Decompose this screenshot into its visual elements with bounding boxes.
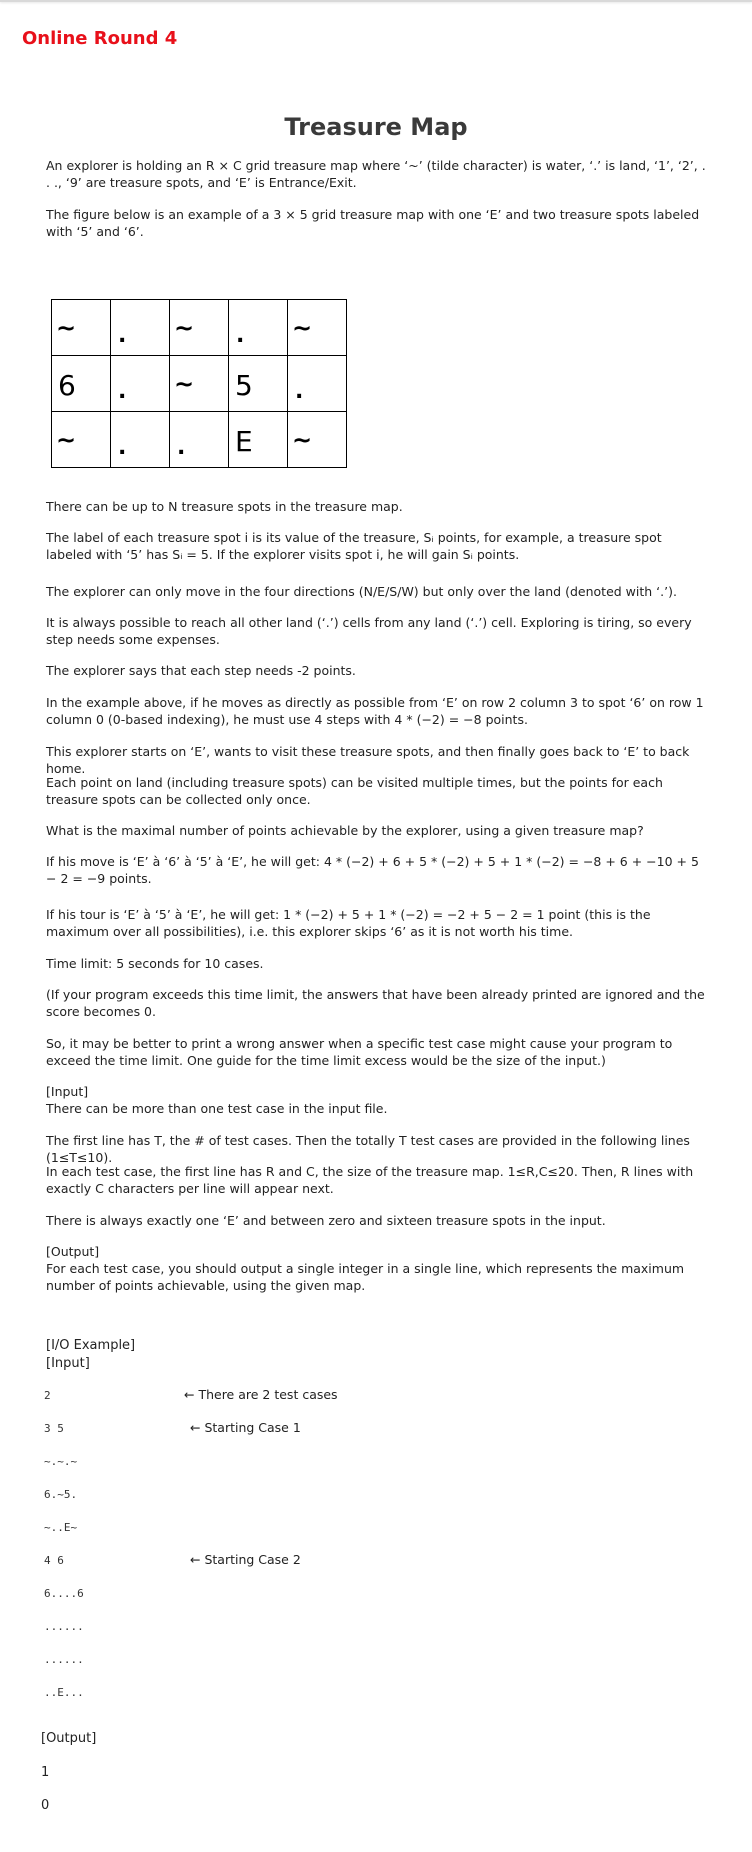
intro-paragraph: An explorer is holding an R × C grid tre… <box>46 158 706 190</box>
body-paragraph: The first line has T, the # of test case… <box>46 1133 690 1165</box>
input-line: ...... <box>44 1653 84 1666</box>
input-line: 6.~5. <box>44 1488 78 1501</box>
grid-cell: E <box>228 411 288 468</box>
water-cell: ~ <box>292 426 313 454</box>
grid-row: ~.. E ~ <box>51 411 347 468</box>
grid-cell: ~ <box>51 411 111 468</box>
figure-caption: The figure below is an example of a 3 × … <box>46 207 700 239</box>
body-paragraph: The label of each treasure spot i is its… <box>46 530 662 562</box>
input-line: 2 <box>44 1389 51 1402</box>
input-section: [Input] There can be more than one test … <box>46 1084 388 1116</box>
body-paragraph: If his move is ‘E’ à ‘6’ à ‘5’ à ‘E’, he… <box>46 854 699 886</box>
grid-cell: . <box>110 355 170 412</box>
input-note: ← Starting Case 2 <box>190 1552 301 1567</box>
grid-cell: . <box>110 411 170 468</box>
grid-cell: ~ <box>287 299 347 356</box>
input-line: 6....6 <box>44 1587 84 1600</box>
input-line: ~.~.~ <box>44 1455 78 1468</box>
land-cell: . <box>118 323 127 348</box>
page-title: Treasure Map <box>284 113 468 141</box>
output-line: 0 <box>41 1798 50 1813</box>
land-cell: . <box>236 323 245 348</box>
output-section: [Output] For each test case, you should … <box>46 1244 685 1293</box>
input-note: ← Starting Case 1 <box>190 1420 301 1435</box>
body-paragraph: If his tour is ‘E’ à ‘5’ à ‘E’, he will … <box>46 907 651 939</box>
body-paragraph: There is always exactly one ‘E’ and betw… <box>46 1213 606 1228</box>
grid-cell: . <box>110 299 170 356</box>
body-paragraph: Time limit: 5 seconds for 10 cases. <box>46 956 264 971</box>
grid-row: 6. ~5. <box>51 355 347 412</box>
grid-cell: . <box>287 355 347 412</box>
grid-cell-value: 5 <box>235 369 253 402</box>
grid-cell: ~ <box>169 299 229 356</box>
land-cell: . <box>118 379 127 404</box>
input-line: 4 6 <box>44 1554 64 1567</box>
body-paragraph: This explorer starts on ‘E’, wants to vi… <box>46 744 690 776</box>
body-paragraph: There can be up to N treasure spots in t… <box>46 499 403 514</box>
input-line: 3 5 <box>44 1422 64 1435</box>
body-paragraph: The explorer says that each step needs -… <box>46 663 356 678</box>
water-cell: ~ <box>56 314 77 342</box>
round-title: Online Round 4 <box>22 28 178 49</box>
grid-cell-value: 6 <box>58 369 76 402</box>
land-cell: . <box>295 379 304 404</box>
grid-cell-value: E <box>235 425 253 458</box>
input-line: ..E... <box>44 1686 84 1699</box>
land-cell: . <box>118 435 127 460</box>
example-input-label: [Input] <box>46 1356 90 1371</box>
output-line: 1 <box>41 1765 50 1780</box>
io-example-label: [I/O Example] <box>46 1338 136 1353</box>
body-paragraph: The explorer can only move in the four d… <box>46 584 677 599</box>
treasure-map-grid: ~. ~. ~6. ~5. ~.. E ~ <box>51 299 347 468</box>
body-paragraph: (If your program exceeds this time limit… <box>46 987 705 1019</box>
body-paragraph: It is always possible to reach all other… <box>46 615 692 647</box>
water-cell: ~ <box>174 370 195 398</box>
top-border <box>0 0 752 2</box>
input-note: ← There are 2 test cases <box>184 1387 338 1402</box>
land-cell: . <box>177 435 186 460</box>
grid-cell: ~ <box>169 355 229 412</box>
water-cell: ~ <box>56 426 77 454</box>
grid-cell: ~ <box>287 411 347 468</box>
body-paragraph: In each test case, the first line has R … <box>46 1164 694 1196</box>
grid-cell: . <box>228 299 288 356</box>
grid-cell: . <box>169 411 229 468</box>
grid-cell: 5 <box>228 355 288 412</box>
water-cell: ~ <box>174 314 195 342</box>
grid-row: ~. ~. ~ <box>51 299 347 356</box>
body-paragraph: What is the maximal number of points ach… <box>46 823 644 838</box>
body-paragraph: So, it may be better to print a wrong an… <box>46 1036 673 1068</box>
body-paragraph: In the example above, if he moves as dir… <box>46 695 704 727</box>
input-line: ...... <box>44 1620 84 1633</box>
body-paragraph: Each point on land (including treasure s… <box>46 775 663 807</box>
grid-cell: 6 <box>51 355 111 412</box>
grid-cell: ~ <box>51 299 111 356</box>
example-output-label: [Output] <box>41 1731 97 1746</box>
water-cell: ~ <box>292 314 313 342</box>
input-line: ~..E~ <box>44 1521 78 1534</box>
